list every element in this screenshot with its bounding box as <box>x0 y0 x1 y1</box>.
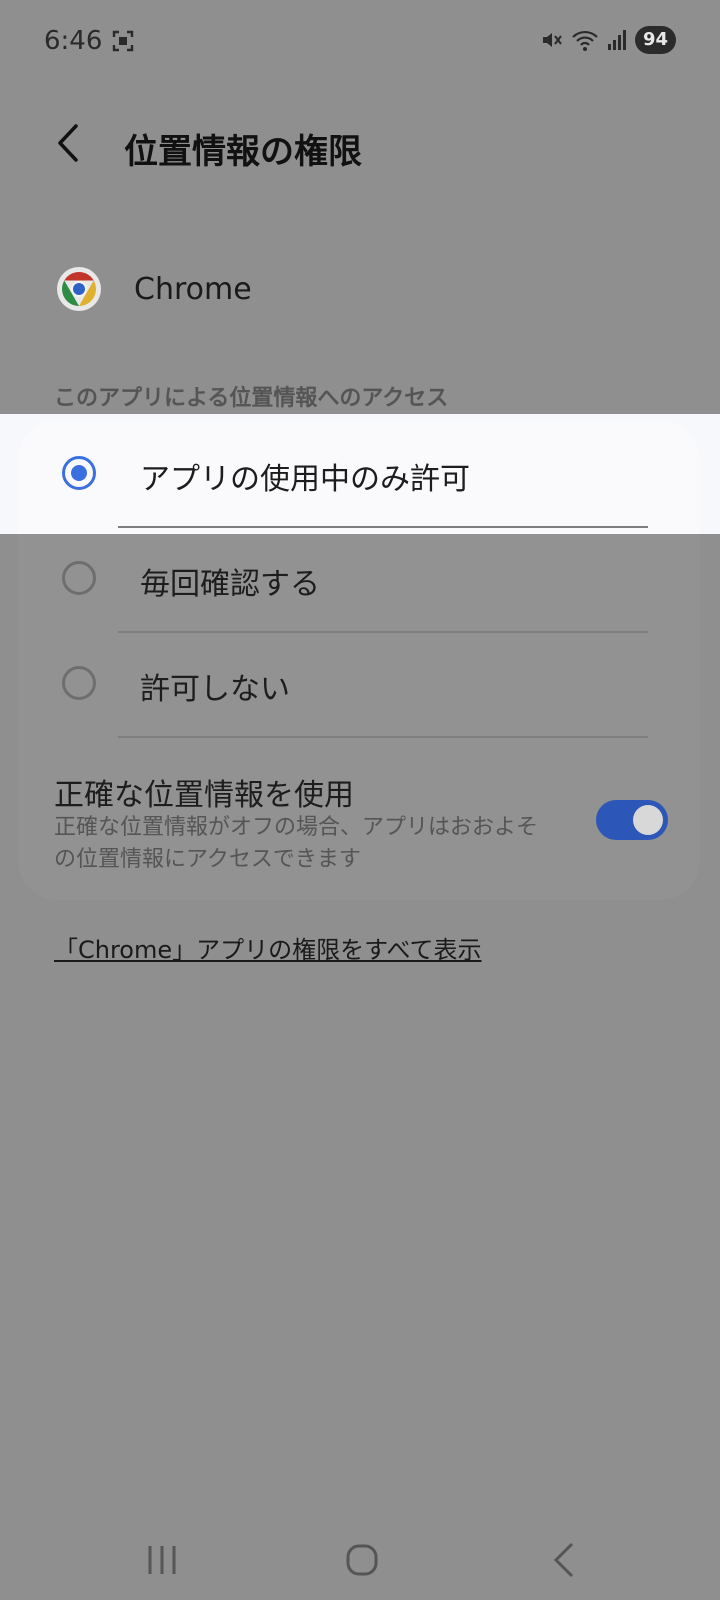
divider <box>118 736 648 738</box>
option-label: 許可しない <box>140 672 290 707</box>
home-icon[interactable] <box>332 1536 392 1584</box>
toggle-knob <box>633 805 663 835</box>
status-bar: 6:46 94 <box>0 0 720 84</box>
app-name: Chrome <box>134 271 252 307</box>
precise-location-description: 正確な位置情報がオフの場合、アプリはおおよその位置情報にアクセスできます <box>54 815 539 872</box>
status-time: 6:46 <box>44 26 103 56</box>
screenshot-icon <box>112 30 134 52</box>
option-deny[interactable]: 許可しない <box>18 632 700 736</box>
battery-indicator: 94 <box>634 26 676 54</box>
page-title: 位置情報の権限 <box>124 132 362 172</box>
option-label: アプリの使用中のみ許可 <box>140 462 470 497</box>
radio-unselected-icon[interactable] <box>62 561 96 595</box>
chrome-icon <box>57 267 101 311</box>
section-label: このアプリによる位置情報へのアクセス <box>54 386 449 411</box>
all-permissions-link[interactable]: 「Chrome」アプリの権限をすべて表示 <box>54 930 482 965</box>
radio-selected-icon[interactable] <box>62 456 96 490</box>
option-while-using[interactable]: アプリの使用中のみ許可 <box>18 422 700 526</box>
option-ask-every-time[interactable]: 毎回確認する <box>18 527 700 631</box>
navigation-bar <box>0 1520 720 1600</box>
signal-icon <box>607 30 626 50</box>
back-button[interactable] <box>46 120 92 166</box>
wifi-icon <box>572 30 598 51</box>
back-icon[interactable] <box>536 1536 596 1584</box>
precise-location-title: 正確な位置情報を使用 <box>54 778 354 813</box>
app-row: Chrome <box>56 266 252 312</box>
option-label: 毎回確認する <box>140 567 320 602</box>
radio-unselected-icon[interactable] <box>62 666 96 700</box>
precise-location-toggle[interactable] <box>596 800 668 840</box>
recents-icon[interactable] <box>132 1536 192 1584</box>
mute-icon <box>542 33 562 47</box>
